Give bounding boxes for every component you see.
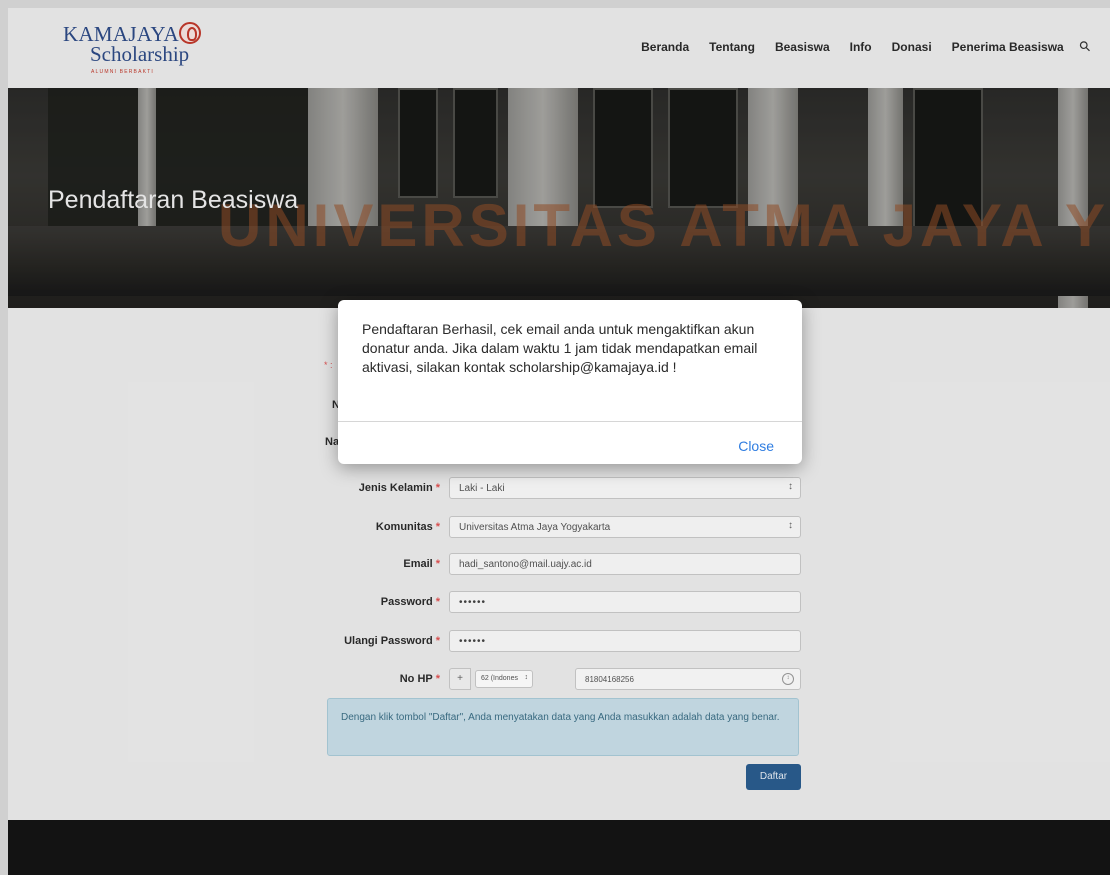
close-button[interactable]: Close	[738, 438, 774, 454]
dialog-message: Pendaftaran Berhasil, cek email anda unt…	[362, 321, 758, 375]
success-dialog: Pendaftaran Berhasil, cek email anda unt…	[338, 300, 802, 464]
dialog-divider	[338, 421, 802, 422]
